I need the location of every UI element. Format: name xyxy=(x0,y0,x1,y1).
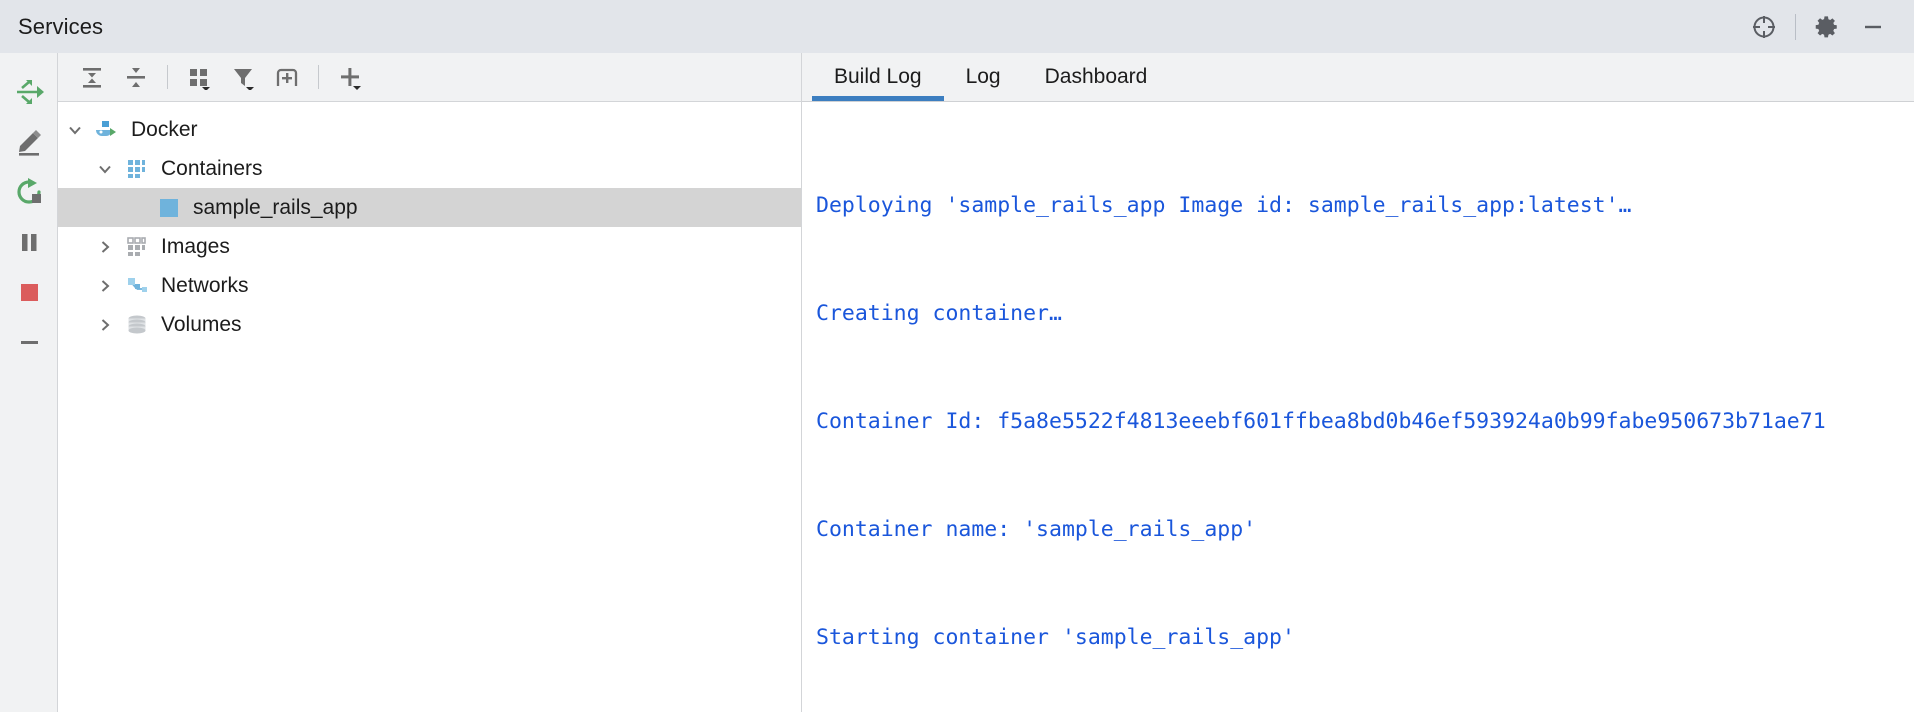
tree-node-label: Docker xyxy=(131,119,198,140)
services-tree[interactable]: Docker xyxy=(58,102,801,712)
content-panel: Build Log Log Dashboard Deploying 'sampl… xyxy=(802,53,1914,712)
group-by-icon[interactable] xyxy=(177,57,221,97)
expand-all-icon[interactable] xyxy=(70,57,114,97)
tree-node-volumes[interactable]: Volumes xyxy=(58,305,801,344)
log-line: Deploying 'sample_rails_app Image id: sa… xyxy=(816,188,1914,224)
containers-icon xyxy=(122,149,152,188)
chevron-right-icon[interactable] xyxy=(88,305,122,344)
tree-node-label: Volumes xyxy=(161,314,242,335)
volumes-icon xyxy=(122,305,152,344)
log-line: Starting container 'sample_rails_app' xyxy=(816,620,1914,656)
tree-node-label: Networks xyxy=(161,275,249,296)
tab-build-log[interactable]: Build Log xyxy=(812,53,944,101)
log-line: Creating container… xyxy=(816,296,1914,332)
page-title: Services xyxy=(18,14,103,40)
log-line: Container Id: f5a8e5522f4813eeebf601ffbe… xyxy=(816,404,1914,440)
tree-node-sample-rails-app[interactable]: sample_rails_app xyxy=(58,188,801,227)
tree-node-images[interactable]: Images xyxy=(58,227,801,266)
services-tree-panel: Docker xyxy=(58,53,802,712)
log-line: Container name: 'sample_rails_app' xyxy=(816,512,1914,548)
minimize-icon[interactable] xyxy=(1850,4,1896,50)
run-toolbar xyxy=(0,53,58,712)
tab-bar: Build Log Log Dashboard xyxy=(802,53,1914,102)
target-icon[interactable] xyxy=(1741,4,1787,50)
chevron-down-icon[interactable] xyxy=(88,149,122,188)
chevron-right-icon[interactable] xyxy=(88,266,122,305)
window-header: Services xyxy=(0,0,1914,53)
minus-icon[interactable] xyxy=(6,317,52,367)
chevron-down-icon[interactable] xyxy=(58,110,92,149)
tree-toolbar xyxy=(58,53,801,102)
tree-node-networks[interactable]: Networks xyxy=(58,266,801,305)
networks-icon xyxy=(122,266,152,305)
docker-whale-icon xyxy=(92,110,122,149)
tree-node-docker[interactable]: Docker xyxy=(58,110,801,149)
chevron-right-icon[interactable] xyxy=(88,227,122,266)
container-icon xyxy=(154,188,184,227)
collapse-all-icon[interactable] xyxy=(114,57,158,97)
rerun-icon[interactable] xyxy=(6,167,52,217)
tab-dashboard[interactable]: Dashboard xyxy=(1023,53,1170,101)
main-body: Docker xyxy=(0,53,1914,712)
deploy-icon[interactable] xyxy=(6,67,52,117)
toolbar-divider-2 xyxy=(318,65,319,89)
pause-icon[interactable] xyxy=(6,217,52,267)
header-divider xyxy=(1795,14,1796,40)
images-icon xyxy=(122,227,152,266)
tab-log[interactable]: Log xyxy=(944,53,1023,101)
build-log-output[interactable]: Deploying 'sample_rails_app Image id: sa… xyxy=(802,102,1914,712)
add-service-icon[interactable] xyxy=(328,57,372,97)
tree-node-label: sample_rails_app xyxy=(193,197,358,218)
toolbar-divider-1 xyxy=(167,65,168,89)
add-tab-icon[interactable] xyxy=(265,57,309,97)
tree-node-containers[interactable]: Containers xyxy=(58,149,801,188)
tree-node-label: Images xyxy=(161,236,230,257)
stop-icon[interactable] xyxy=(6,267,52,317)
tree-node-label: Containers xyxy=(161,158,263,179)
header-actions xyxy=(1741,4,1896,50)
edit-icon[interactable] xyxy=(6,117,52,167)
filter-icon[interactable] xyxy=(221,57,265,97)
gear-icon[interactable] xyxy=(1804,4,1850,50)
